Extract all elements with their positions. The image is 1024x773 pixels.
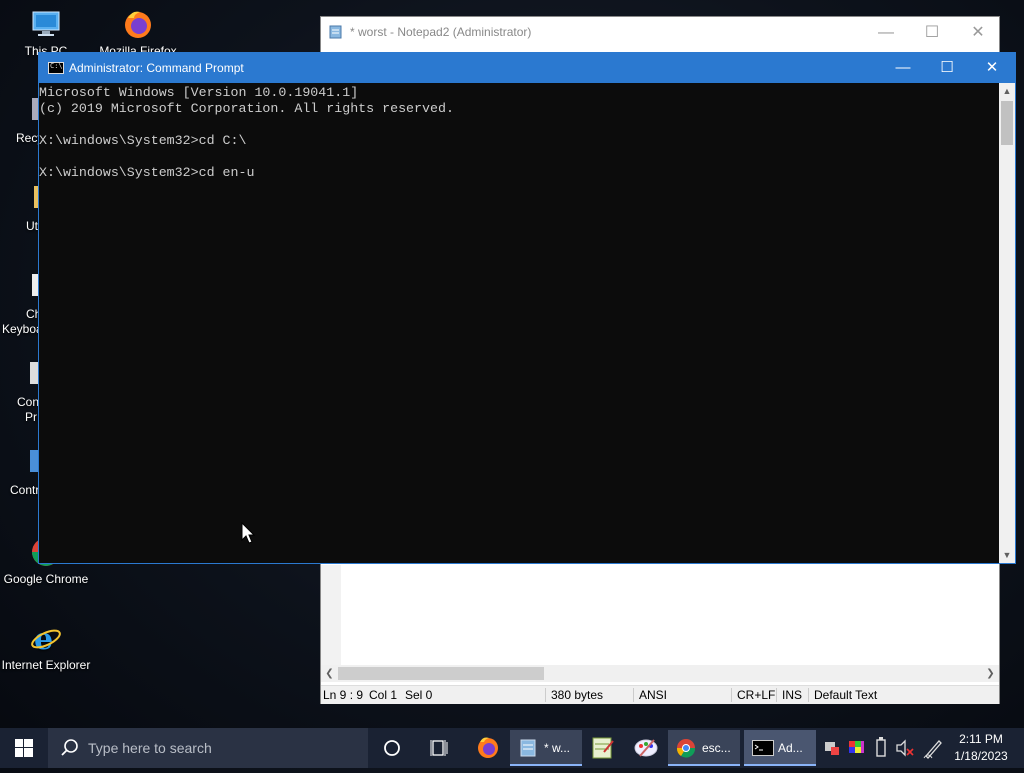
status-scheme[interactable]: Default Text bbox=[814, 688, 877, 702]
task-view-icon bbox=[430, 740, 448, 756]
vertical-scrollbar[interactable]: ▲ ▼ bbox=[999, 83, 1015, 563]
windows-logo-icon bbox=[15, 739, 33, 757]
taskbar-notepad2[interactable]: * w... bbox=[510, 730, 582, 766]
tray-volume-muted-icon[interactable] bbox=[894, 728, 916, 768]
tray-pen-icon[interactable] bbox=[922, 728, 944, 768]
firefox-icon bbox=[478, 737, 498, 758]
command-prompt-icon bbox=[30, 362, 38, 384]
taskbar-command-prompt[interactable]: Ad... bbox=[744, 730, 816, 766]
console-input-line[interactable]: X:\windows\System32>cd en-u bbox=[39, 165, 254, 181]
console-line: X:\windows\System32>cd C:\ bbox=[39, 133, 247, 148]
minimize-button[interactable]: — bbox=[863, 17, 909, 48]
spreadsheet-editor-icon bbox=[592, 737, 614, 759]
tray-network-tool-icon[interactable] bbox=[822, 728, 842, 768]
task-view-button[interactable] bbox=[418, 728, 462, 768]
tray-usb-icon[interactable] bbox=[872, 728, 890, 768]
desktop-icon-label: Internet Explorer bbox=[1, 658, 91, 672]
search-placeholder: Type here to search bbox=[88, 740, 212, 756]
close-button[interactable]: ✕ bbox=[955, 17, 1001, 48]
command-prompt-title: Administrator: Command Prompt bbox=[69, 61, 244, 75]
clock-date: 1/18/2023 bbox=[954, 749, 1008, 763]
desktop-icon-this-pc[interactable]: This PC bbox=[0, 8, 92, 58]
status-selection: Sel 0 bbox=[405, 688, 433, 702]
cortana-button[interactable] bbox=[372, 728, 412, 768]
clock-time: 2:11 PM bbox=[959, 732, 1003, 746]
desktop-icon-label-partial: Keyboa bbox=[2, 322, 43, 336]
desktop-icon-firefox[interactable]: Mozilla Firefox bbox=[92, 8, 184, 58]
internet-explorer-icon: e bbox=[30, 622, 62, 657]
mouse-pointer-icon bbox=[241, 521, 256, 549]
scroll-left-arrow-icon[interactable]: ❮ bbox=[321, 665, 338, 682]
notepad-icon bbox=[520, 739, 536, 757]
desktop-icon-label-partial: Ut bbox=[26, 219, 38, 233]
desktop-icon-label-partial: Contr bbox=[10, 483, 40, 497]
status-encoding[interactable]: ANSI bbox=[639, 688, 667, 702]
taskbar-chrome[interactable]: esc... bbox=[668, 730, 740, 766]
search-icon bbox=[61, 739, 78, 756]
desktop-icon-internet-explorer[interactable]: e Internet Explorer bbox=[0, 622, 92, 672]
system-clock[interactable]: 2:11 PM 1/18/2023 bbox=[945, 731, 1017, 765]
taskbar-item-label: Ad... bbox=[778, 741, 803, 755]
status-column: Col 1 bbox=[369, 688, 398, 702]
taskbar-editor[interactable] bbox=[586, 728, 620, 768]
taskbar-firefox[interactable] bbox=[466, 728, 510, 768]
scroll-down-arrow-icon[interactable]: ▼ bbox=[999, 547, 1015, 563]
start-button[interactable] bbox=[0, 728, 48, 768]
notepad2-titlebar[interactable]: * worst - Notepad2 (Administrator) — ☐ ✕ bbox=[321, 17, 999, 48]
computer-icon bbox=[30, 8, 62, 40]
notepad-icon bbox=[329, 25, 343, 39]
desktop-icon-label-partial: Pr bbox=[25, 410, 37, 424]
status-insert-mode: INS bbox=[782, 688, 803, 702]
console-line: Microsoft Windows [Version 10.0.19041.1] bbox=[39, 85, 359, 100]
command-prompt-window[interactable]: Administrator: Command Prompt — ☐ ✕ Micr… bbox=[38, 52, 1016, 564]
status-line-position: Ln 9 : 9 bbox=[323, 688, 364, 702]
close-button[interactable]: ✕ bbox=[969, 53, 1015, 83]
taskbar-paint[interactable] bbox=[628, 728, 664, 768]
scroll-up-arrow-icon[interactable]: ▲ bbox=[999, 83, 1015, 99]
desktop-icon-label: Google Chrome bbox=[3, 572, 89, 586]
vertical-scrollbar-thumb[interactable] bbox=[1001, 101, 1013, 145]
command-prompt-icon bbox=[752, 740, 774, 756]
horizontal-scrollbar-thumb[interactable] bbox=[338, 667, 544, 680]
notepad2-title: * worst - Notepad2 (Administrator) bbox=[350, 25, 532, 39]
minimize-button[interactable]: — bbox=[880, 53, 926, 83]
paint-icon bbox=[634, 739, 658, 757]
control-panel-icon bbox=[30, 450, 38, 472]
taskbar-item-label: esc... bbox=[702, 741, 731, 755]
command-prompt-titlebar[interactable]: Administrator: Command Prompt — ☐ ✕ bbox=[39, 53, 1015, 83]
firefox-icon bbox=[122, 8, 154, 40]
horizontal-scrollbar[interactable]: ❮ ❯ bbox=[321, 665, 999, 682]
taskbar-search-box[interactable]: Type here to search bbox=[48, 728, 368, 768]
status-file-size: 380 bytes bbox=[551, 688, 604, 702]
scroll-right-arrow-icon[interactable]: ❯ bbox=[982, 665, 999, 682]
console-line: (c) 2019 Microsoft Corporation. All righ… bbox=[39, 101, 454, 116]
notepad2-statusbar: Ln 9 : 9 Col 1 Sel 0 380 bytes ANSI CR+L… bbox=[321, 685, 999, 704]
taskbar-item-label: * w... bbox=[544, 741, 571, 755]
status-line-endings[interactable]: CR+LF bbox=[737, 688, 775, 702]
chrome-icon bbox=[676, 739, 696, 758]
tray-color-picker-icon[interactable] bbox=[846, 728, 868, 768]
maximize-button[interactable]: ☐ bbox=[909, 17, 955, 48]
command-prompt-icon bbox=[48, 62, 64, 74]
taskbar: Type here to search * w... esc... Ad... bbox=[0, 728, 1024, 768]
cortana-circle-icon bbox=[384, 740, 400, 756]
console-output[interactable]: Microsoft Windows [Version 10.0.19041.1]… bbox=[39, 83, 1000, 563]
maximize-button[interactable]: ☐ bbox=[924, 53, 970, 83]
line-number-gutter bbox=[321, 565, 341, 681]
desktop-icon-label-partial: Con bbox=[17, 395, 40, 409]
